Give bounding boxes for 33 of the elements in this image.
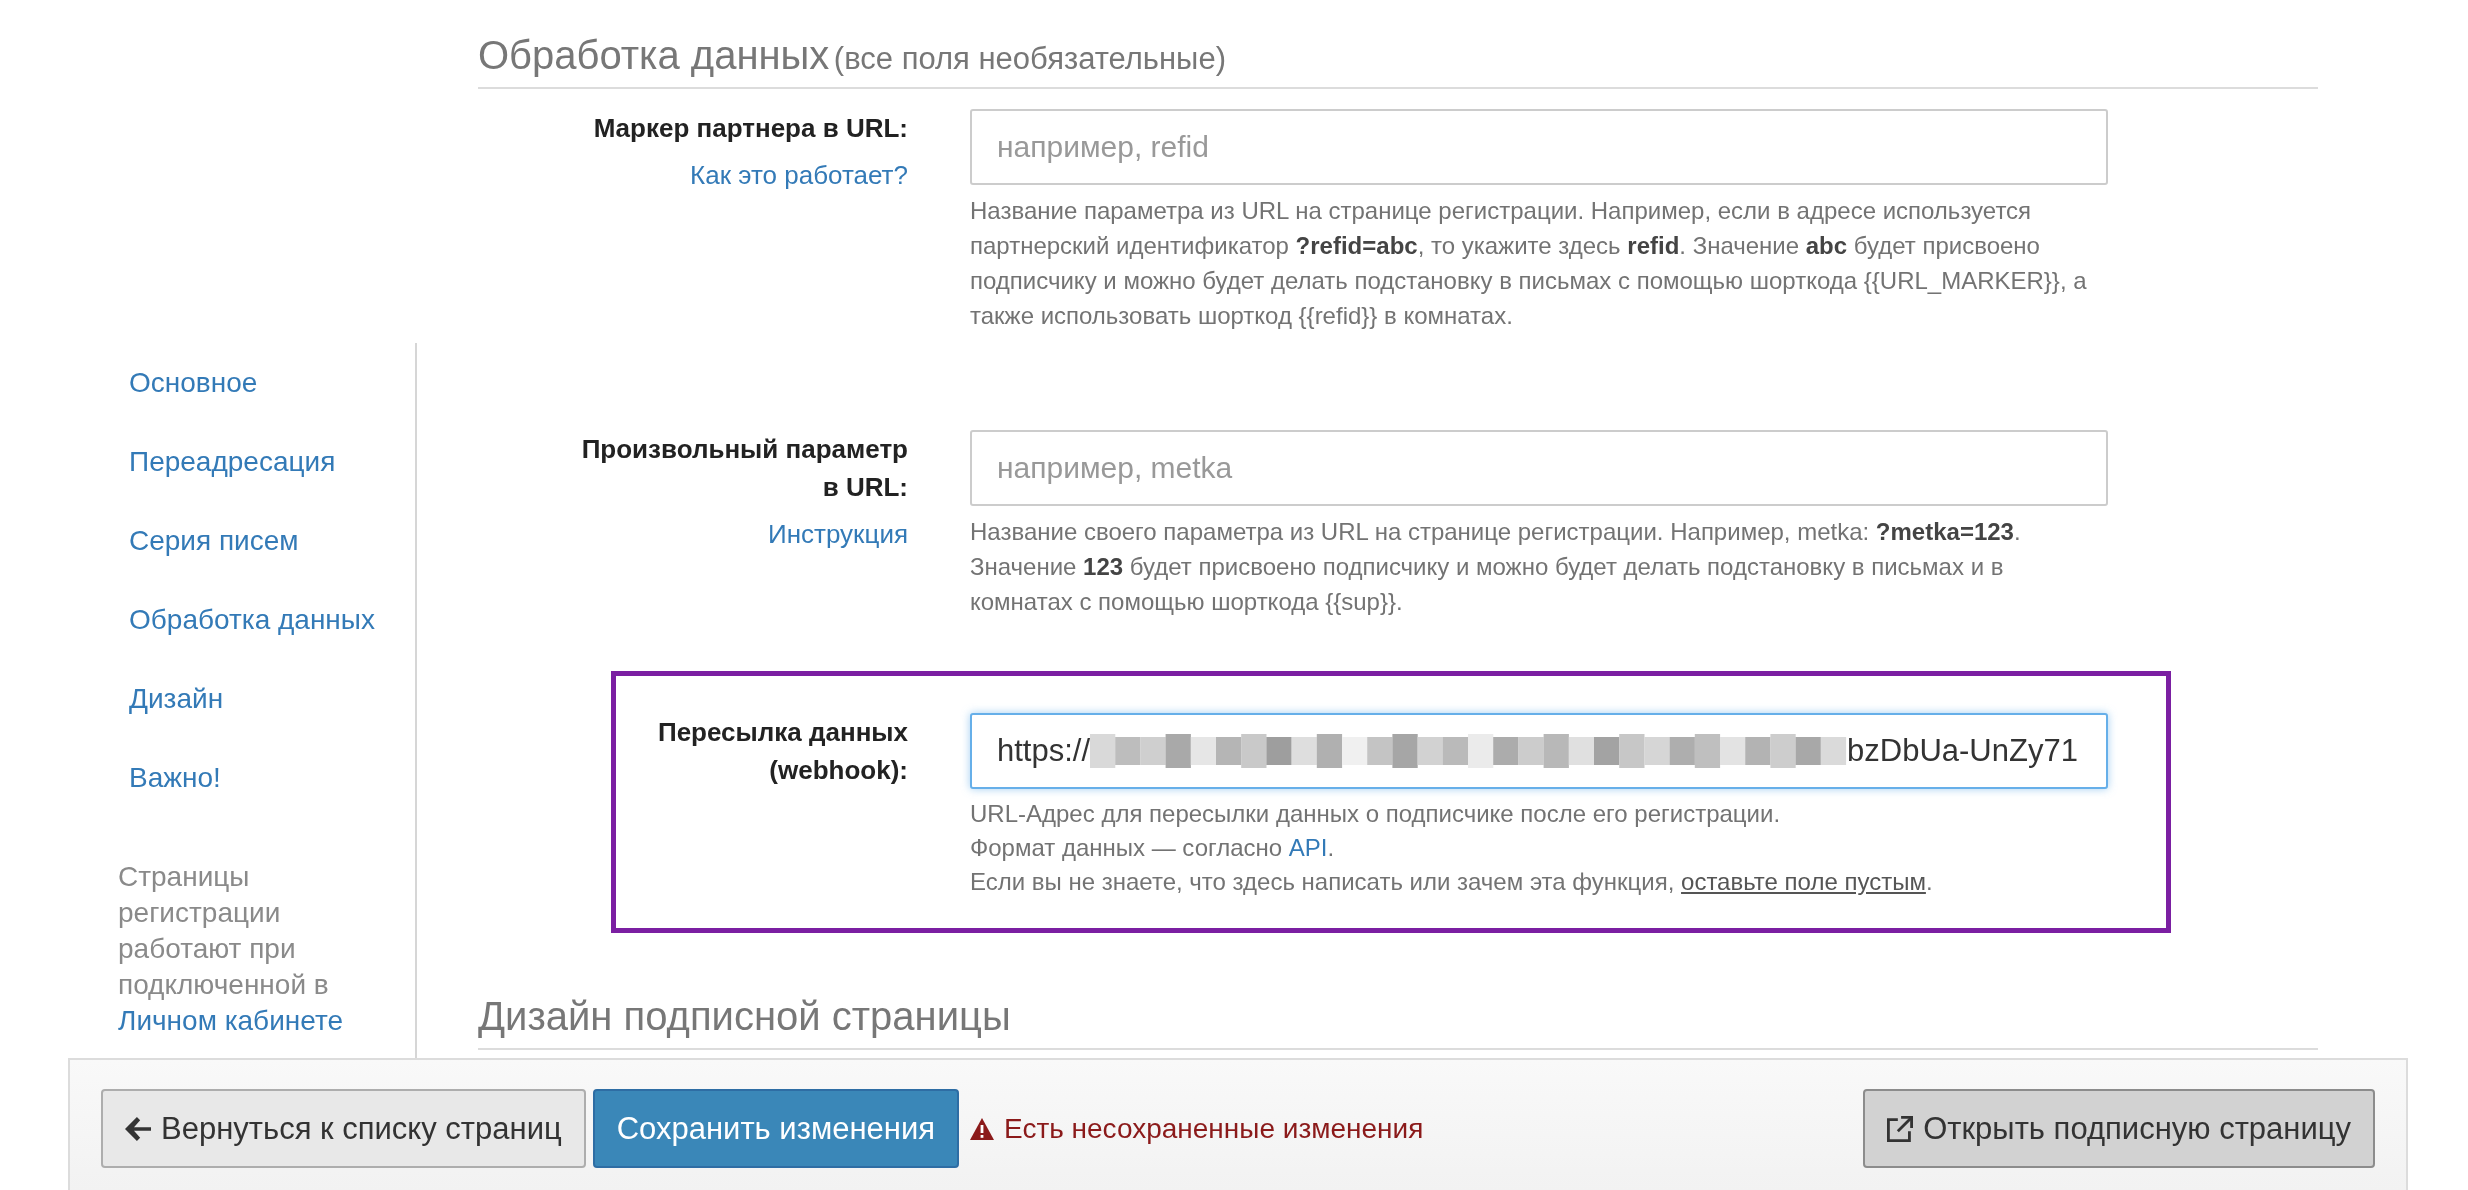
section-subtitle: (все поля необязательные) [833,41,1226,76]
help-text: Название параметра из URL на странице регистрации. Например, если в адресе используется партнерский идентификатор ?refid=abc, то укажите здесь refid. Значение abc будет присвоено подписчику и можно будет делать подстановку в письмах с помощью шорткода {{URL_MARKER}}, а также использовать шорткод {{refid}} в комнатах. [970,196,2088,331]
help-text: URL-Адрес для пересылки данных о подписчике после его регистрации. [970,799,1782,829]
api-link[interactable]: API [1288,834,1328,861]
help-link[interactable]: Инструкция [768,515,908,553]
leave-empty-link[interactable]: оставьте поле пустым [1681,868,1926,895]
back-button[interactable]: Вернуться к списку страниц [101,1089,586,1168]
section-title: Дизайн подписной страницы [478,994,1011,1038]
external-link-icon [1887,1115,1914,1142]
field-label: Пересылка данных (webhook): [656,716,908,787]
sidebar-note: Страницы регистрации работают при подключенной в Личном кабинете [118,860,344,1038]
open-page-button[interactable]: Открыть подписную страницу [1863,1089,2375,1168]
sidebar-nav-link[interactable]: Важно! [129,758,221,797]
text-input[interactable]: например, refid [970,109,2108,185]
url-input[interactable]: https:// bzDbUa-UnZy71 [970,713,2108,789]
help-text: Формат данных — согласно API. [970,833,1336,863]
help-text: Если вы не знаете, что здесь написать или зачем эта функция, оставьте поле пустым. [970,867,1934,897]
field-label: Произвольный параметр в URL: [580,433,908,504]
warning-icon [970,1117,995,1140]
help-text: Название своего параметра из URL на странице регистрации. Например, metka: ?metka=123. Значение 123 будет присвоено подписчику и можно будет делать подстановку в письмах и в комнатах с помощью шорткода {{sup}}. [970,517,2022,617]
field-label: Маркер партнера в URL: [593,112,908,145]
sidebar-nav-link[interactable]: Переадресация [129,442,336,481]
section-title: Обработка данных [478,33,830,77]
sidebar-nav-link[interactable]: Основное [129,363,258,402]
sidebar-nav-link[interactable]: Дизайн [129,679,224,718]
save-button[interactable]: Сохранить изменения [592,1089,960,1168]
account-link[interactable]: Личном кабинете [118,1005,343,1036]
sidebar-nav-link[interactable]: Обработка данных [129,600,375,639]
unsaved-warning: Есть несохраненные изменения [1004,1112,1424,1145]
text-input[interactable]: например, metka [970,430,2108,506]
sidebar-nav-link[interactable]: Серия писем [129,521,299,560]
arrow-left-icon [125,1116,151,1141]
help-link[interactable]: Как это работает? [690,156,908,194]
